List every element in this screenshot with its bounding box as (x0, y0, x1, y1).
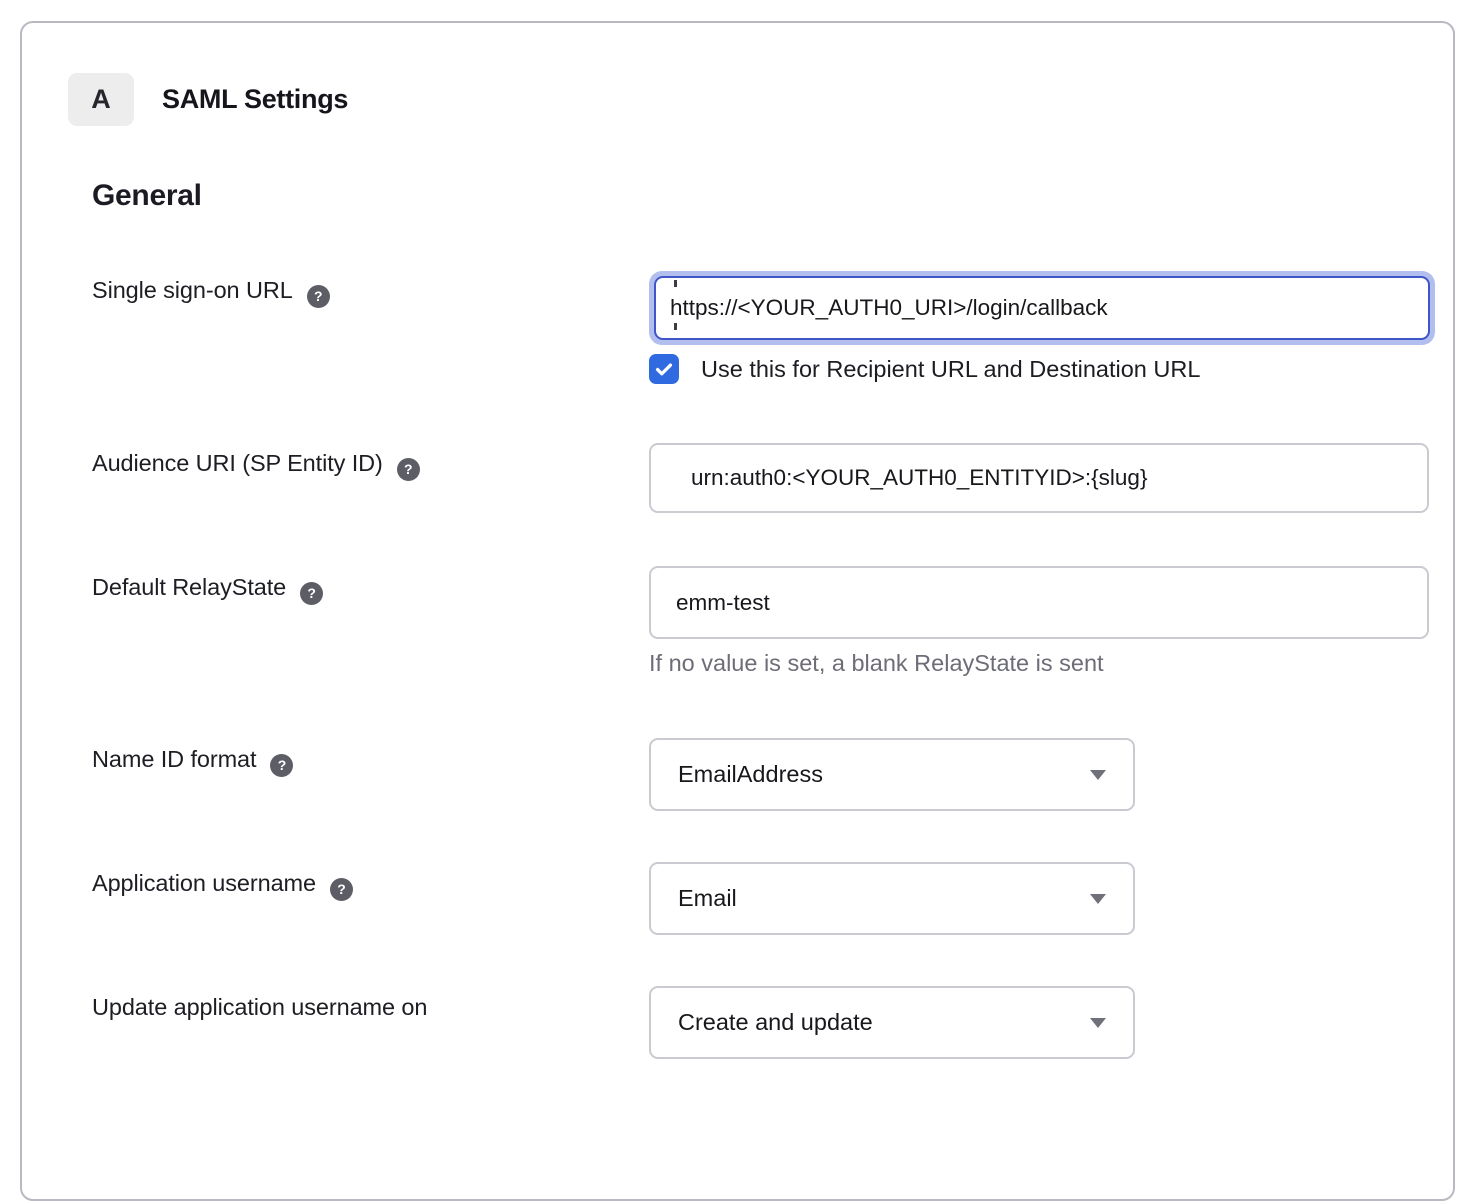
name-id-format-label: Name ID format? (92, 746, 293, 777)
default-relaystate-label: Default RelayState? (92, 574, 323, 605)
saml-settings-panel: A SAML Settings General Single sign-on U… (20, 21, 1455, 1201)
use-for-recipient-checkbox[interactable] (649, 354, 679, 384)
chevron-down-icon (1090, 1018, 1106, 1028)
default-relaystate-label-text: Default RelayState (92, 574, 286, 600)
ibeam-cursor-artifact (674, 323, 677, 330)
default-relaystate-help-icon[interactable]: ? (300, 582, 323, 605)
application-username-selected-value: Email (678, 885, 737, 912)
audience-uri-input[interactable] (649, 443, 1429, 513)
sso-url-input-focus-ring (649, 271, 1435, 345)
update-application-username-label-text: Update application username on (92, 994, 427, 1020)
sso-url-help-icon[interactable]: ? (307, 285, 330, 308)
name-id-format-selected-value: EmailAddress (678, 761, 823, 788)
application-username-label-text: Application username (92, 870, 316, 896)
application-username-label: Application username? (92, 870, 353, 901)
sso-url-label: Single sign-on URL? (92, 277, 330, 308)
update-application-username-selected-value: Create and update (678, 1009, 873, 1036)
sso-url-input[interactable] (654, 276, 1430, 340)
application-username-help-icon[interactable]: ? (330, 878, 353, 901)
name-id-format-label-text: Name ID format (92, 746, 256, 772)
ibeam-cursor-artifact (674, 280, 677, 287)
recipient-url-checkbox-row: Use this for Recipient URL and Destinati… (649, 354, 1200, 384)
audience-uri-label-text: Audience URI (SP Entity ID) (92, 450, 383, 476)
chevron-down-icon (1090, 770, 1106, 780)
panel-header: A SAML Settings (68, 73, 348, 126)
panel-title: SAML Settings (162, 84, 348, 115)
general-section-heading: General (92, 179, 202, 213)
name-id-format-help-icon[interactable]: ? (270, 754, 293, 777)
update-application-username-select[interactable]: Create and update (649, 986, 1135, 1059)
name-id-format-select[interactable]: EmailAddress (649, 738, 1135, 811)
audience-uri-help-icon[interactable]: ? (397, 458, 420, 481)
section-badge: A (68, 73, 134, 126)
checkmark-icon (653, 358, 675, 380)
default-relaystate-input[interactable] (649, 566, 1429, 639)
update-application-username-label: Update application username on (92, 994, 427, 1021)
chevron-down-icon (1090, 894, 1106, 904)
relaystate-helper-text: If no value is set, a blank RelayState i… (649, 650, 1104, 677)
use-for-recipient-checkbox-label[interactable]: Use this for Recipient URL and Destinati… (701, 356, 1200, 383)
audience-uri-label: Audience URI (SP Entity ID)? (92, 450, 420, 481)
application-username-select[interactable]: Email (649, 862, 1135, 935)
sso-url-label-text: Single sign-on URL (92, 277, 293, 303)
